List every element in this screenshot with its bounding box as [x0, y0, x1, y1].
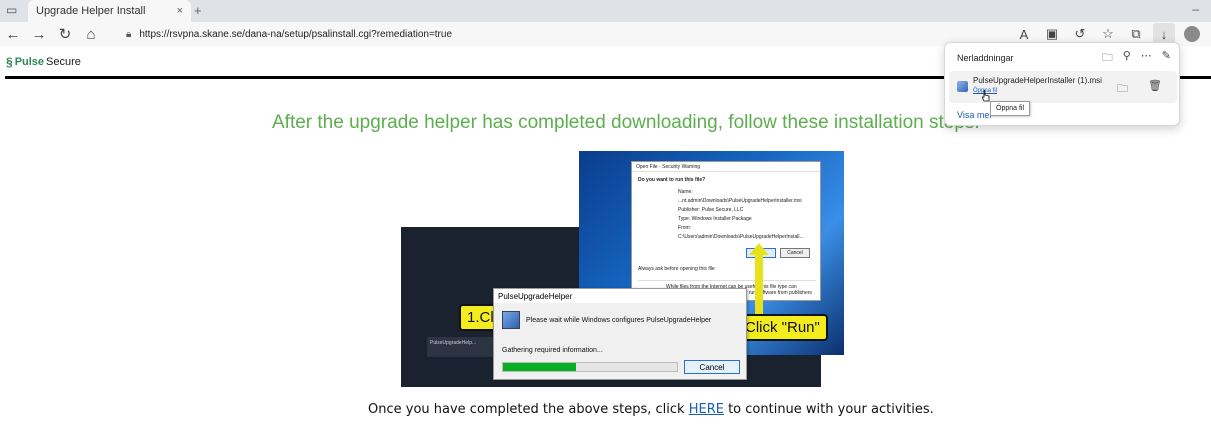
installer-dialog: PulseUpgradeHelper Please wait while Win…: [493, 288, 747, 380]
installer-message: Please wait while Windows configures Pul…: [526, 316, 712, 324]
address-bar[interactable]: 🔒︎ https://rsvpna.skane.se/dana-na/setup…: [126, 25, 452, 43]
msi-icon: [502, 311, 520, 329]
refresh-icon[interactable]: ↻: [52, 23, 78, 45]
downloads-title: Nerladdningar: [957, 53, 1014, 63]
new-tab-button[interactable]: +: [194, 3, 202, 18]
pulse-secure-logo: § Pulse Secure: [6, 55, 81, 69]
address-text: https://rsvpna.skane.se/dana-na/setup/ps…: [139, 28, 453, 40]
security-name-row: Name: ...nt.admin\Downloads\PulseUpgrade…: [678, 189, 802, 204]
tab-title: Upgrade Helper Install: [36, 5, 146, 17]
installer-cancel-button: Cancel: [684, 360, 740, 374]
lock-icon[interactable]: 🔒︎: [126, 29, 131, 40]
show-in-folder-icon[interactable]: 🗀︎: [1117, 80, 1128, 99]
callout-run: Click "Run": [737, 314, 828, 341]
downloads-panel: Nerladdningar 🗀︎ ⚲ ⋯ ✎ PulseUpgradeHelpe…: [944, 42, 1180, 126]
security-cancel-button: Cancel: [780, 248, 810, 258]
msi-file-icon: [957, 81, 968, 92]
delete-icon[interactable]: 🗑︎: [1148, 79, 1162, 92]
installer-status: Gathering required information...: [502, 347, 603, 354]
forward-icon[interactable]: →: [26, 23, 52, 45]
security-dialog-title: Open File - Security Warning: [632, 162, 820, 172]
search-icon[interactable]: ⚲: [1123, 49, 1131, 68]
home-icon[interactable]: ⌂: [78, 23, 104, 45]
here-link[interactable]: HERE: [689, 402, 724, 417]
logo-mark-icon: §: [6, 55, 13, 69]
tab-strip: ▭ Upgrade Helper Install × + –: [0, 0, 1211, 22]
footer-after: to continue with your activities.: [723, 402, 934, 417]
always-ask-checkbox: Always ask before opening this file: [638, 266, 715, 272]
security-dialog-question: Do you want to run this file?: [638, 177, 706, 183]
tab-upgrade-helper[interactable]: Upgrade Helper Install ×: [28, 0, 191, 22]
instruction-illustration: PulseUpgradeHelp... Open File - Security…: [401, 151, 844, 387]
back-icon[interactable]: ←: [0, 23, 26, 45]
page-heading: After the upgrade helper has completed d…: [272, 112, 980, 133]
download-file-name: PulseUpgradeHelperInstaller (1).msi: [973, 76, 1102, 85]
installer-progress-bar: [502, 362, 678, 372]
profile-icon[interactable]: [1181, 23, 1203, 45]
logo-brand: Pulse: [14, 56, 45, 68]
security-warning-dialog: Open File - Security Warning Do you want…: [631, 161, 821, 302]
installer-title: PulseUpgradeHelper: [494, 289, 746, 303]
minimize-icon[interactable]: –: [1192, 2, 1199, 16]
installer-progress-fill: [503, 363, 577, 371]
security-type-row: Type: Windows Installer Package: [678, 216, 752, 222]
tab-close-icon[interactable]: ×: [177, 5, 183, 17]
footer-before: Once you have completed the above steps,…: [368, 402, 689, 417]
hand-cursor-icon: [982, 90, 990, 102]
tab-actions-icon[interactable]: ▭: [6, 3, 17, 17]
security-publisher-row: Publisher: Pulse Secure, LLC: [678, 207, 744, 213]
more-options-icon[interactable]: ⋯: [1141, 49, 1152, 68]
pin-icon[interactable]: ✎: [1162, 49, 1171, 68]
open-folder-icon[interactable]: 🗀︎: [1102, 49, 1113, 68]
open-file-tooltip: Öppna fil: [990, 101, 1031, 116]
show-more-link[interactable]: Visa mer: [957, 110, 992, 120]
logo-product: Secure: [46, 56, 81, 68]
footer-instruction: Once you have completed the above steps,…: [368, 402, 934, 417]
security-from-row: From: C:\Users\admin\Downloads\PulseUpgr…: [678, 225, 804, 240]
